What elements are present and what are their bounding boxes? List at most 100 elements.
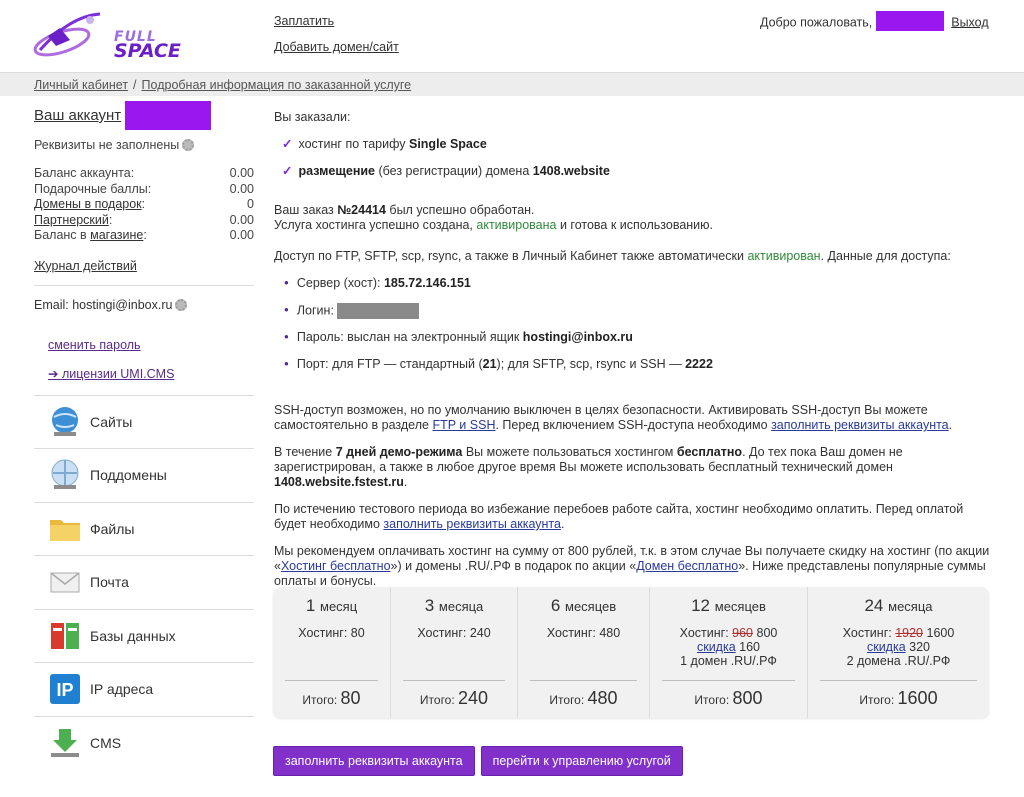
fill-requisites-link[interactable]: заполнить реквизиты аккаунта bbox=[771, 418, 949, 432]
fullspace-logo[interactable]: FULL SPACE bbox=[30, 6, 181, 64]
period-total: Итого: 800 bbox=[650, 688, 807, 709]
password-email: hostingi@inbox.ru bbox=[522, 330, 633, 345]
nav-item-ip[interactable]: IP IP адреса bbox=[34, 662, 254, 716]
welcome-block: Добро пожаловать, Выход bbox=[760, 11, 989, 31]
label-colon: : bbox=[143, 228, 147, 242]
item-bold: размещение bbox=[298, 164, 376, 178]
nav-label: IP адреса bbox=[90, 681, 154, 698]
nav-item-cms[interactable]: CMS bbox=[34, 715, 254, 770]
balance-value: 0.00 bbox=[229, 166, 254, 180]
period-total: Итого: 240 bbox=[391, 688, 517, 709]
nav-item-databases[interactable]: Базы данных bbox=[34, 608, 254, 663]
service-nav: Сайты Поддомены Файлы Почта Базы данных … bbox=[34, 394, 254, 770]
order-details: Вы заказали: хостинг по тарифу Single Sp… bbox=[274, 110, 994, 601]
account-redaction bbox=[125, 101, 212, 130]
recommend-note: Мы рекомендуем оплачивать хостинг на сум… bbox=[274, 544, 994, 589]
umi-licenses-link[interactable]: ➔ лицензии UMI.CMS bbox=[48, 366, 254, 381]
discount-link[interactable]: скидка bbox=[867, 640, 906, 654]
activated-status: активирована bbox=[476, 218, 557, 232]
pricing-col-24-months[interactable]: 24 месяца Хостинг: 1920 1600 скидка 320 … bbox=[808, 587, 989, 718]
domain-bonus: 1 домен .RU/.РФ bbox=[680, 654, 777, 668]
download-icon bbox=[51, 728, 79, 757]
period-total: Итого: 1600 bbox=[808, 688, 989, 709]
gift-domains-link[interactable]: Домены в подарок bbox=[34, 197, 142, 211]
nav-item-sites[interactable]: Сайты bbox=[34, 394, 254, 449]
free-domain-promo-link[interactable]: Домен бесплатно bbox=[636, 559, 738, 573]
access-server: Сервер (хост): 185.72.146.151 bbox=[284, 276, 994, 292]
manage-service-button[interactable]: перейти к управлению услугой bbox=[480, 746, 683, 776]
demo-free: бесплатно bbox=[676, 445, 743, 460]
free-hosting-promo-link[interactable]: Хостинг бесплатно bbox=[281, 559, 391, 573]
period-unit: месяц bbox=[320, 599, 358, 614]
new-price: 1600 bbox=[926, 626, 955, 640]
nav-item-mail[interactable]: Почта bbox=[34, 555, 254, 609]
ssh-port: 2222 bbox=[685, 357, 713, 372]
access-label: Сервер (хост): bbox=[296, 276, 384, 290]
divider bbox=[820, 680, 977, 681]
balance-label: Домены в подарок: bbox=[34, 197, 145, 213]
breadcrumb-service-info[interactable]: Подробная информация по заказанной услуг… bbox=[142, 78, 412, 92]
nav-item-subdomains[interactable]: Поддомены bbox=[34, 448, 254, 502]
fill-requisites-button[interactable]: заполнить реквизиты аккаунта bbox=[273, 746, 475, 776]
action-buttons: заполнить реквизиты аккаунта перейти к у… bbox=[273, 746, 683, 776]
demo-days: 7 дней демо-режима bbox=[335, 445, 463, 460]
divider bbox=[403, 680, 505, 681]
server-ip: 185.72.146.151 bbox=[383, 276, 471, 290]
access-port: Порт: для FTP — стандартный (21); для SF… bbox=[284, 357, 994, 373]
new-price: 800 bbox=[756, 626, 778, 640]
action-journal-link[interactable]: Журнал действий bbox=[34, 259, 254, 273]
partner-link[interactable]: Партнерский bbox=[34, 213, 109, 227]
hosting-price: Хостинг: 240 bbox=[417, 626, 491, 640]
period-body: Хостинг: 960 800 скидка 160 1 домен .RU/… bbox=[650, 626, 807, 668]
activated-status: активирован bbox=[747, 249, 821, 263]
breadcrumb-separator: / bbox=[133, 78, 137, 92]
username-redaction bbox=[875, 11, 944, 31]
svg-text:IP: IP bbox=[56, 680, 73, 700]
old-price: 960 bbox=[732, 626, 754, 640]
ip-icon: IP bbox=[50, 674, 80, 705]
hosting-label: Хостинг: bbox=[679, 626, 733, 640]
ordered-items: хостинг по тарифу Single Space размещени… bbox=[282, 137, 994, 179]
balances: Баланс аккаунта: 0.00 Подарочные баллы: … bbox=[34, 166, 254, 244]
nav-label: Файлы bbox=[90, 520, 135, 537]
ftp-port: 21 bbox=[482, 357, 497, 372]
period-unit: месяцев bbox=[714, 599, 766, 614]
gear-icon[interactable] bbox=[182, 139, 195, 151]
pricing-col-6-months[interactable]: 6 месяцев Хостинг: 480 Итого: 480 bbox=[518, 587, 650, 718]
order-text: Услуга хостинга успешно создана, bbox=[274, 218, 477, 232]
shop-link[interactable]: магазине bbox=[90, 228, 143, 242]
total-value: 240 bbox=[458, 688, 489, 708]
nav-item-files[interactable]: Файлы bbox=[34, 501, 254, 556]
access-password: Пароль: выслан на электронный ящик hosti… bbox=[284, 330, 994, 346]
requisites-text: Реквизиты не заполнены bbox=[34, 138, 180, 152]
period-unit: месяца bbox=[888, 599, 933, 614]
pricing-col-1-month[interactable]: 1 месяц Хостинг: 80 Итого: 80 bbox=[273, 587, 391, 718]
logout-link[interactable]: Выход bbox=[951, 15, 988, 29]
ssh-note: SSH-доступ возможен, но по умолчанию вык… bbox=[274, 403, 994, 433]
pay-link[interactable]: Заплатить bbox=[274, 14, 399, 28]
change-password-link[interactable]: сменить пароль bbox=[48, 338, 254, 352]
pricing-col-12-months[interactable]: 12 месяцев Хостинг: 960 800 скидка 160 1… bbox=[650, 587, 808, 718]
breadcrumb-cabinet[interactable]: Личный кабинет bbox=[34, 78, 128, 92]
fill-requisites-link-2[interactable]: заполнить реквизиты аккаунта bbox=[383, 517, 561, 531]
ssh-text: . Перед включением SSH-доступа необходим… bbox=[495, 418, 772, 433]
pricing-col-3-months[interactable]: 3 месяца Хостинг: 240 Итого: 240 bbox=[391, 587, 518, 718]
balance-row-shop: Баланс в магазине: 0.00 bbox=[34, 228, 254, 244]
add-domain-link[interactable]: Добавить домен/сайт bbox=[274, 40, 399, 54]
ftp-ssh-link[interactable]: FTP и SSH bbox=[432, 418, 495, 432]
domain-bonus: 2 домена .RU/.РФ bbox=[846, 654, 951, 668]
period-body: Хостинг: 80 bbox=[273, 626, 390, 640]
ordered-label: Вы заказали: bbox=[274, 110, 351, 124]
period-number: 12 bbox=[691, 596, 711, 615]
label-colon: : bbox=[141, 197, 146, 211]
database-icon bbox=[51, 622, 79, 649]
period-number: 24 bbox=[864, 596, 884, 615]
total-label: Итого: bbox=[694, 693, 730, 707]
period-unit: месяцев bbox=[565, 599, 617, 614]
gear-icon[interactable] bbox=[175, 298, 188, 311]
divider bbox=[34, 284, 254, 286]
access-label: Пароль: выслан на электронный ящик bbox=[296, 330, 523, 345]
discount-link[interactable]: скидка bbox=[697, 640, 736, 654]
account-link[interactable]: Ваш аккаунт bbox=[34, 107, 121, 124]
old-price: 1920 bbox=[895, 626, 924, 640]
